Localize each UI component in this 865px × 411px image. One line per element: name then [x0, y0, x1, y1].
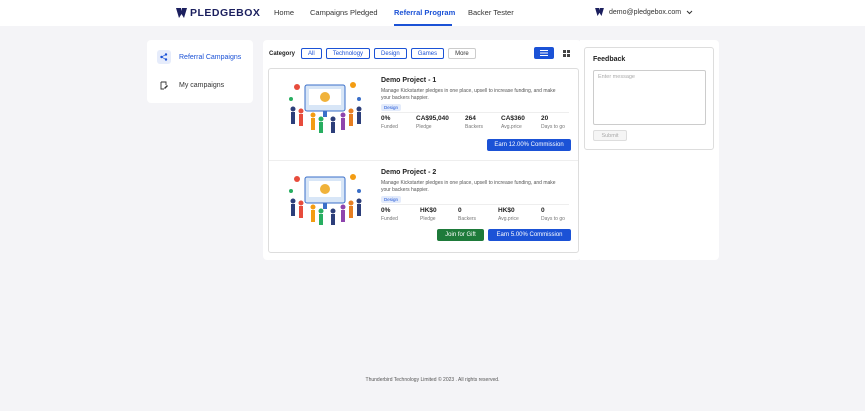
nav-item-referral-program[interactable]: Referral Program	[394, 8, 455, 17]
stat-avg-price: HK$0 Avg.price	[498, 207, 519, 222]
project-card[interactable]: Demo Project - 1 Manage Kickstarter pled…	[269, 69, 578, 161]
stat-label: Avg.price	[498, 216, 519, 222]
project-illustration	[289, 174, 362, 225]
account-email: demo@pledgebox.com	[609, 8, 682, 16]
stat-value: CA$360	[501, 115, 525, 122]
category-more-button[interactable]: More	[448, 48, 476, 59]
stat-value: 0%	[381, 207, 391, 214]
chevron-down-icon	[686, 10, 693, 14]
stat-backers: 0 Backers	[458, 207, 476, 222]
brand-logo[interactable]: PLEDGEBOX	[176, 6, 260, 20]
list-view-button[interactable]	[534, 47, 554, 59]
feedback-submit-button[interactable]: Submit	[593, 130, 627, 141]
project-illustration	[289, 82, 362, 133]
project-description: Manage Kickstarter pledges in one place,…	[381, 88, 556, 101]
stats-divider	[381, 204, 569, 205]
stat-label: Pledge	[420, 216, 436, 222]
category-technology-button[interactable]: Technology	[325, 48, 371, 59]
sidebar-item-my-campaigns[interactable]: My campaigns	[157, 75, 249, 95]
stat-funded: 0% Funded	[381, 207, 398, 222]
stat-label: Avg.price	[501, 124, 522, 130]
stat-value: CA$95,040	[416, 115, 449, 122]
category-design-button[interactable]: Design	[374, 48, 407, 59]
stat-funded: 0% Funded	[381, 115, 398, 130]
category-label: Category	[269, 50, 296, 57]
project-list: Demo Project - 1 Manage Kickstarter pled…	[268, 68, 579, 253]
nav-item-home[interactable]: Home	[274, 8, 294, 17]
grid-view-icon	[562, 49, 570, 57]
stat-value: 0	[458, 207, 462, 214]
stat-value: 20	[541, 115, 549, 122]
stat-avg-price: CA$360 Avg.price	[501, 115, 525, 130]
grid-view-button[interactable]	[556, 47, 576, 59]
stat-pledge: CA$95,040 Pledge	[416, 115, 449, 130]
earn-commission-button[interactable]: Earn 12.00% Commission	[487, 139, 571, 151]
stat-pledge: HK$0 Pledge	[420, 207, 437, 222]
footer-copyright: Thunderbird Technology Limited © 2023 . …	[365, 377, 500, 383]
sidebar: Referral Campaigns My campaigns	[147, 40, 253, 103]
stat-value: 0	[541, 207, 545, 214]
stat-label: Backers	[458, 216, 477, 222]
campaign-edit-icon	[157, 78, 171, 92]
view-toggle	[534, 47, 576, 59]
main-content: Category All Technology Design Games Mor…	[263, 40, 581, 260]
stat-days-to-go: 0 Days to go	[541, 207, 565, 222]
brand-name: PLEDGEBOX	[190, 7, 261, 19]
stat-label: Pledge	[416, 124, 432, 130]
feedback-title: Feedback	[593, 56, 626, 63]
feedback-message-input[interactable]	[593, 70, 706, 125]
active-nav-underline	[394, 24, 452, 26]
stat-label: Backers	[465, 124, 484, 130]
account-menu[interactable]: demo@pledgebox.com	[595, 8, 693, 16]
earn-commission-button[interactable]: Earn 5.00% Commission	[488, 229, 571, 241]
stat-value: HK$0	[498, 207, 515, 214]
list-view-icon	[540, 50, 548, 56]
project-card[interactable]: Demo Project - 2 Manage Kickstarter pled…	[269, 160, 578, 252]
stat-days-to-go: 20 Days to go	[541, 115, 565, 130]
sidebar-item-referral-campaigns[interactable]: Referral Campaigns	[157, 47, 249, 67]
stat-label: Funded	[381, 124, 398, 130]
category-games-button[interactable]: Games	[410, 48, 445, 59]
stat-label: Days to go	[541, 216, 565, 222]
project-title[interactable]: Demo Project - 2	[381, 169, 436, 176]
stat-label: Funded	[381, 216, 398, 222]
top-navigation-bar: PLEDGEBOX Home Campaigns Pledged Referra…	[0, 0, 865, 26]
project-description: Manage Kickstarter pledges in one place,…	[381, 180, 556, 193]
stat-value: HK$0	[420, 207, 437, 214]
stat-value: 0%	[381, 115, 391, 122]
project-category-tag: Design	[381, 104, 402, 111]
nav-item-campaigns-pledged[interactable]: Campaigns Pledged	[310, 8, 378, 17]
pledgebox-logo-icon	[595, 8, 604, 16]
nav-item-backer-tester[interactable]: Backer Tester	[468, 8, 514, 17]
sidebar-item-label: My campaigns	[179, 81, 225, 89]
category-all-button[interactable]: All	[301, 48, 322, 59]
join-for-gift-button[interactable]: Join for Gift	[437, 229, 484, 241]
feedback-panel: Feedback Submit	[584, 47, 714, 150]
stat-label: Days to go	[541, 124, 565, 130]
pledgebox-logo-icon	[176, 8, 187, 18]
sidebar-item-label: Referral Campaigns	[179, 53, 242, 61]
category-filter: Category All Technology Design Games Mor…	[269, 48, 476, 59]
stats-divider	[381, 112, 569, 113]
project-title[interactable]: Demo Project - 1	[381, 77, 436, 84]
stat-backers: 264 Backers	[465, 115, 483, 130]
stat-value: 264	[465, 115, 476, 122]
share-icon	[157, 50, 171, 64]
project-category-tag: Design	[381, 196, 402, 203]
